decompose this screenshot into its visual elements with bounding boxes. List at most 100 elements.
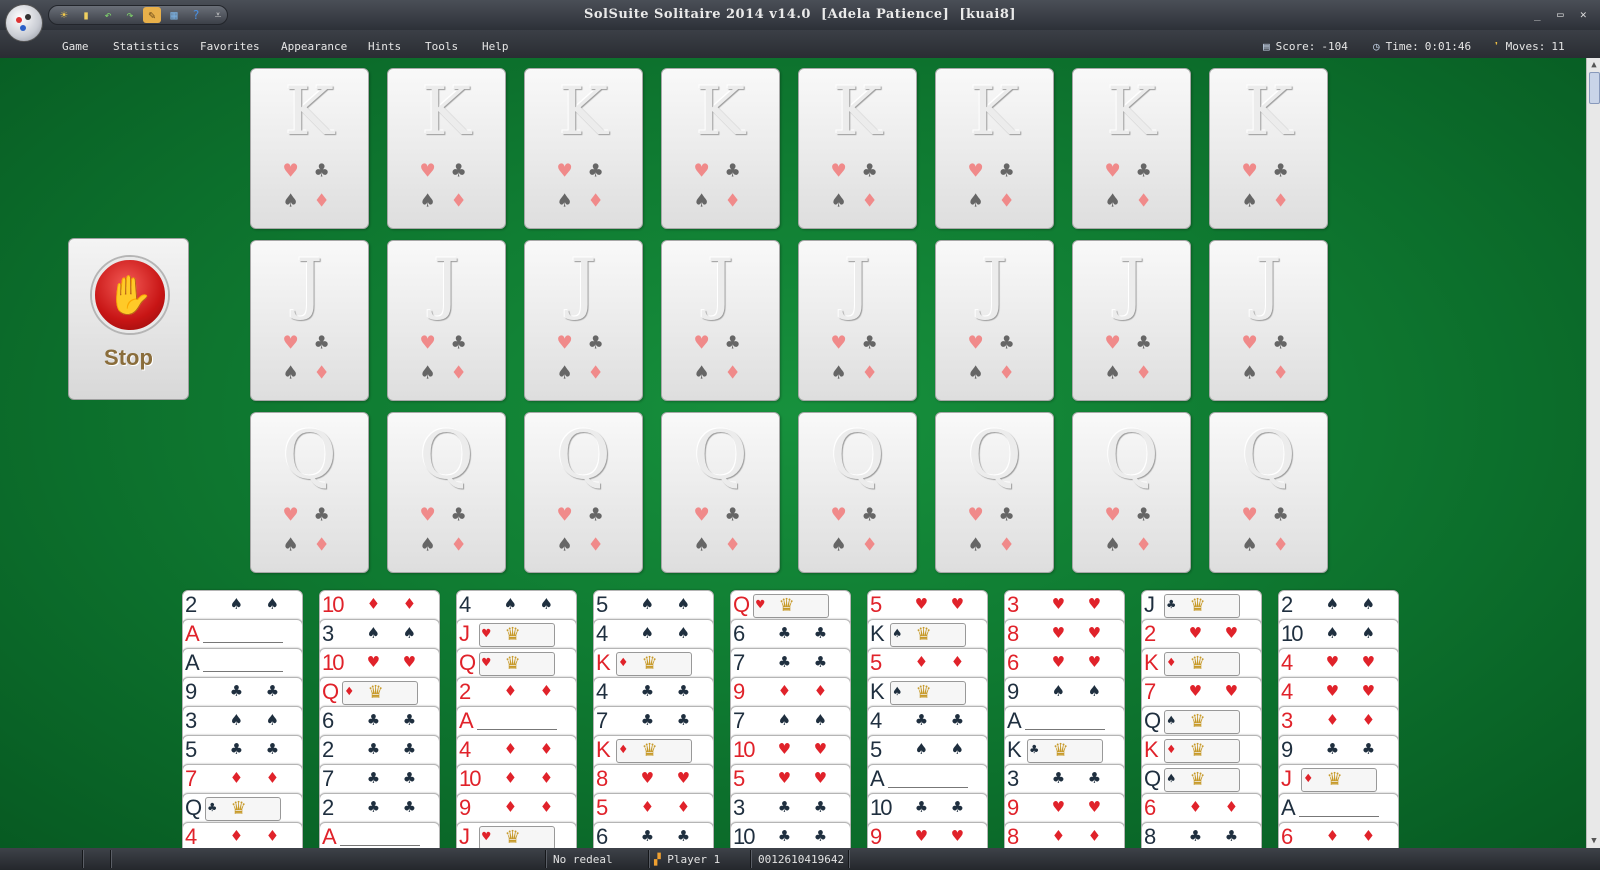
playing-card[interactable]: 8 ♣ ♣ bbox=[1141, 822, 1262, 848]
foundation-pile[interactable]: Q ♥ ♣ ♠ ♦ bbox=[1072, 412, 1191, 573]
card-rank: 8 bbox=[596, 766, 608, 791]
suit-pip-icon: ♥ bbox=[832, 159, 846, 184]
card-rank: 4 bbox=[870, 708, 882, 733]
suit-pip-icon: ♣ bbox=[315, 331, 329, 356]
card-rank: 7 bbox=[1144, 679, 1156, 704]
app-menu-orb[interactable] bbox=[5, 4, 43, 42]
maximize-button[interactable]: ▭ bbox=[1557, 8, 1564, 21]
foundation-pile[interactable]: Q ♥ ♣ ♠ ♦ bbox=[524, 412, 643, 573]
suit-pip-icon: ♦ bbox=[1137, 361, 1151, 386]
foundation-pile[interactable]: Q ♥ ♣ ♠ ♦ bbox=[798, 412, 917, 573]
playing-card[interactable]: 10 ♣ ♣ bbox=[730, 822, 851, 848]
foundation-pile[interactable]: J ♥ ♣ ♠ ♦ bbox=[524, 240, 643, 401]
card-suit-icon: ♦ bbox=[952, 652, 963, 673]
card-rank: A bbox=[185, 650, 200, 675]
card-rank: 3 bbox=[1281, 708, 1293, 733]
menu-tools[interactable]: Tools bbox=[425, 40, 458, 53]
playing-card[interactable]: 6 ♣ ♣ bbox=[593, 822, 714, 848]
playing-card[interactable]: A bbox=[319, 822, 440, 848]
foundation-pile[interactable]: K ♥ ♣ ♠ ♦ bbox=[798, 68, 917, 229]
card-rank: 4 bbox=[596, 621, 608, 646]
vertical-scrollbar[interactable]: ▲ ▼ bbox=[1586, 58, 1600, 848]
card-rank: 8 bbox=[1007, 824, 1019, 848]
scroll-thumb[interactable] bbox=[1589, 72, 1600, 104]
card-suit-icon: ♠ bbox=[1167, 713, 1176, 729]
playing-card[interactable]: 4 ♦ ♦ bbox=[182, 822, 303, 848]
foundation-pile[interactable]: Q ♥ ♣ ♠ ♦ bbox=[661, 412, 780, 573]
minimize-button[interactable]: _ bbox=[1534, 8, 1541, 21]
foundation-pile[interactable]: J ♥ ♣ ♠ ♦ bbox=[798, 240, 917, 401]
suit-pip-icon: ♠ bbox=[695, 361, 709, 386]
suit-pip-icon: ♦ bbox=[589, 361, 603, 386]
ace-divider bbox=[340, 845, 420, 846]
card-suit-icon: ♦ bbox=[368, 594, 379, 615]
stop-button[interactable]: ✋ Stop bbox=[68, 238, 189, 400]
card-suit-icon: ♣ bbox=[678, 681, 689, 702]
scroll-up-icon[interactable]: ▲ bbox=[1589, 60, 1599, 70]
foundation-pile[interactable]: K ♥ ♣ ♠ ♦ bbox=[250, 68, 369, 229]
foundation-pile[interactable]: K ♥ ♣ ♠ ♦ bbox=[661, 68, 780, 229]
foundation-pile[interactable]: J ♥ ♣ ♠ ♦ bbox=[661, 240, 780, 401]
foundation-pile[interactable]: Q ♥ ♣ ♠ ♦ bbox=[250, 412, 369, 573]
card-suit-icon: ♥ bbox=[952, 594, 963, 615]
playing-card[interactable]: J ♥ ♛ bbox=[456, 822, 577, 848]
menu-appearance[interactable]: Appearance bbox=[281, 40, 347, 53]
card-rank: 9 bbox=[185, 679, 197, 704]
suit-pip-icon: ♦ bbox=[452, 189, 466, 214]
playing-card[interactable]: 6 ♦ ♦ bbox=[1278, 822, 1399, 848]
foundation-rank: K bbox=[1106, 73, 1157, 150]
card-suit-icon: ♦ bbox=[1327, 710, 1338, 731]
suit-pip-icon: ♥ bbox=[832, 503, 846, 528]
suit-pip-icon: ♥ bbox=[1243, 331, 1257, 356]
playing-card[interactable]: 9 ♥ ♥ bbox=[867, 822, 988, 848]
card-rank: 5 bbox=[596, 795, 608, 820]
foundation-pile[interactable]: Q ♥ ♣ ♠ ♦ bbox=[1209, 412, 1328, 573]
close-button[interactable]: ✕ bbox=[1580, 8, 1587, 21]
card-suit-icon: ♣ bbox=[1030, 742, 1039, 758]
foundation-pile[interactable]: J ♥ ♣ ♠ ♦ bbox=[935, 240, 1054, 401]
scroll-down-icon[interactable]: ▼ bbox=[1589, 836, 1599, 846]
menu-statistics[interactable]: Statistics bbox=[113, 40, 179, 53]
playing-card[interactable]: 8 ♦ ♦ bbox=[1004, 822, 1125, 848]
menu-favorites[interactable]: Favorites bbox=[200, 40, 260, 53]
suit-pip-icon: ♠ bbox=[421, 361, 435, 386]
foundation-pile[interactable]: K ♥ ♣ ♠ ♦ bbox=[387, 68, 506, 229]
card-suit-icon: ♥ bbox=[1089, 623, 1100, 644]
card-suit-icon: ♣ bbox=[779, 652, 790, 673]
foundation-pile[interactable]: J ♥ ♣ ♠ ♦ bbox=[250, 240, 369, 401]
menu-hints[interactable]: Hints bbox=[368, 40, 401, 53]
foundation-pile[interactable]: Q ♥ ♣ ♠ ♦ bbox=[935, 412, 1054, 573]
foundation-pile[interactable]: Q ♥ ♣ ♠ ♦ bbox=[387, 412, 506, 573]
foundation-pile[interactable]: K ♥ ♣ ♠ ♦ bbox=[1072, 68, 1191, 229]
card-suit-icon: ♣ bbox=[642, 826, 653, 847]
card-rank: 10 bbox=[322, 592, 345, 617]
menu-help[interactable]: Help bbox=[482, 40, 509, 53]
foundation-rank: K bbox=[832, 73, 883, 150]
foundation-pile[interactable]: K ♥ ♣ ♠ ♦ bbox=[935, 68, 1054, 229]
menu-game[interactable]: Game bbox=[62, 40, 89, 53]
foundation-pile[interactable]: J ♥ ♣ ♠ ♦ bbox=[1072, 240, 1191, 401]
card-rank: 6 bbox=[596, 824, 608, 848]
card-suit-icon: ♦ bbox=[1363, 710, 1374, 731]
card-rank: J bbox=[459, 621, 470, 646]
crown-icon: ♛ bbox=[506, 621, 520, 646]
foundation-pile[interactable]: K ♥ ♣ ♠ ♦ bbox=[1209, 68, 1328, 229]
foundation-pile[interactable]: J ♥ ♣ ♠ ♦ bbox=[1209, 240, 1328, 401]
card-suit-icon: ♦ bbox=[231, 768, 242, 789]
card-suit-icon: ♦ bbox=[916, 652, 927, 673]
card-suit-icon: ♥ bbox=[482, 829, 491, 845]
foundation-pile[interactable]: K ♥ ♣ ♠ ♦ bbox=[524, 68, 643, 229]
card-rank: 10 bbox=[733, 737, 756, 762]
score-icon: ▤ bbox=[1263, 40, 1270, 53]
foundation-pile[interactable]: J ♥ ♣ ♠ ♦ bbox=[387, 240, 506, 401]
card-rank: A bbox=[1281, 795, 1296, 820]
suit-pip-icon: ♠ bbox=[1106, 361, 1120, 386]
card-suit-icon: ♠ bbox=[267, 710, 278, 731]
card-suit-icon: ♥ bbox=[1190, 623, 1201, 644]
card-rank: 7 bbox=[733, 650, 745, 675]
card-suit-icon: ♦ bbox=[541, 681, 552, 702]
crown-icon: ♛ bbox=[1191, 650, 1205, 675]
crown-icon: ♛ bbox=[780, 592, 794, 617]
suit-pip-icon: ♥ bbox=[284, 159, 298, 184]
foundation-rank: J bbox=[1118, 245, 1145, 322]
